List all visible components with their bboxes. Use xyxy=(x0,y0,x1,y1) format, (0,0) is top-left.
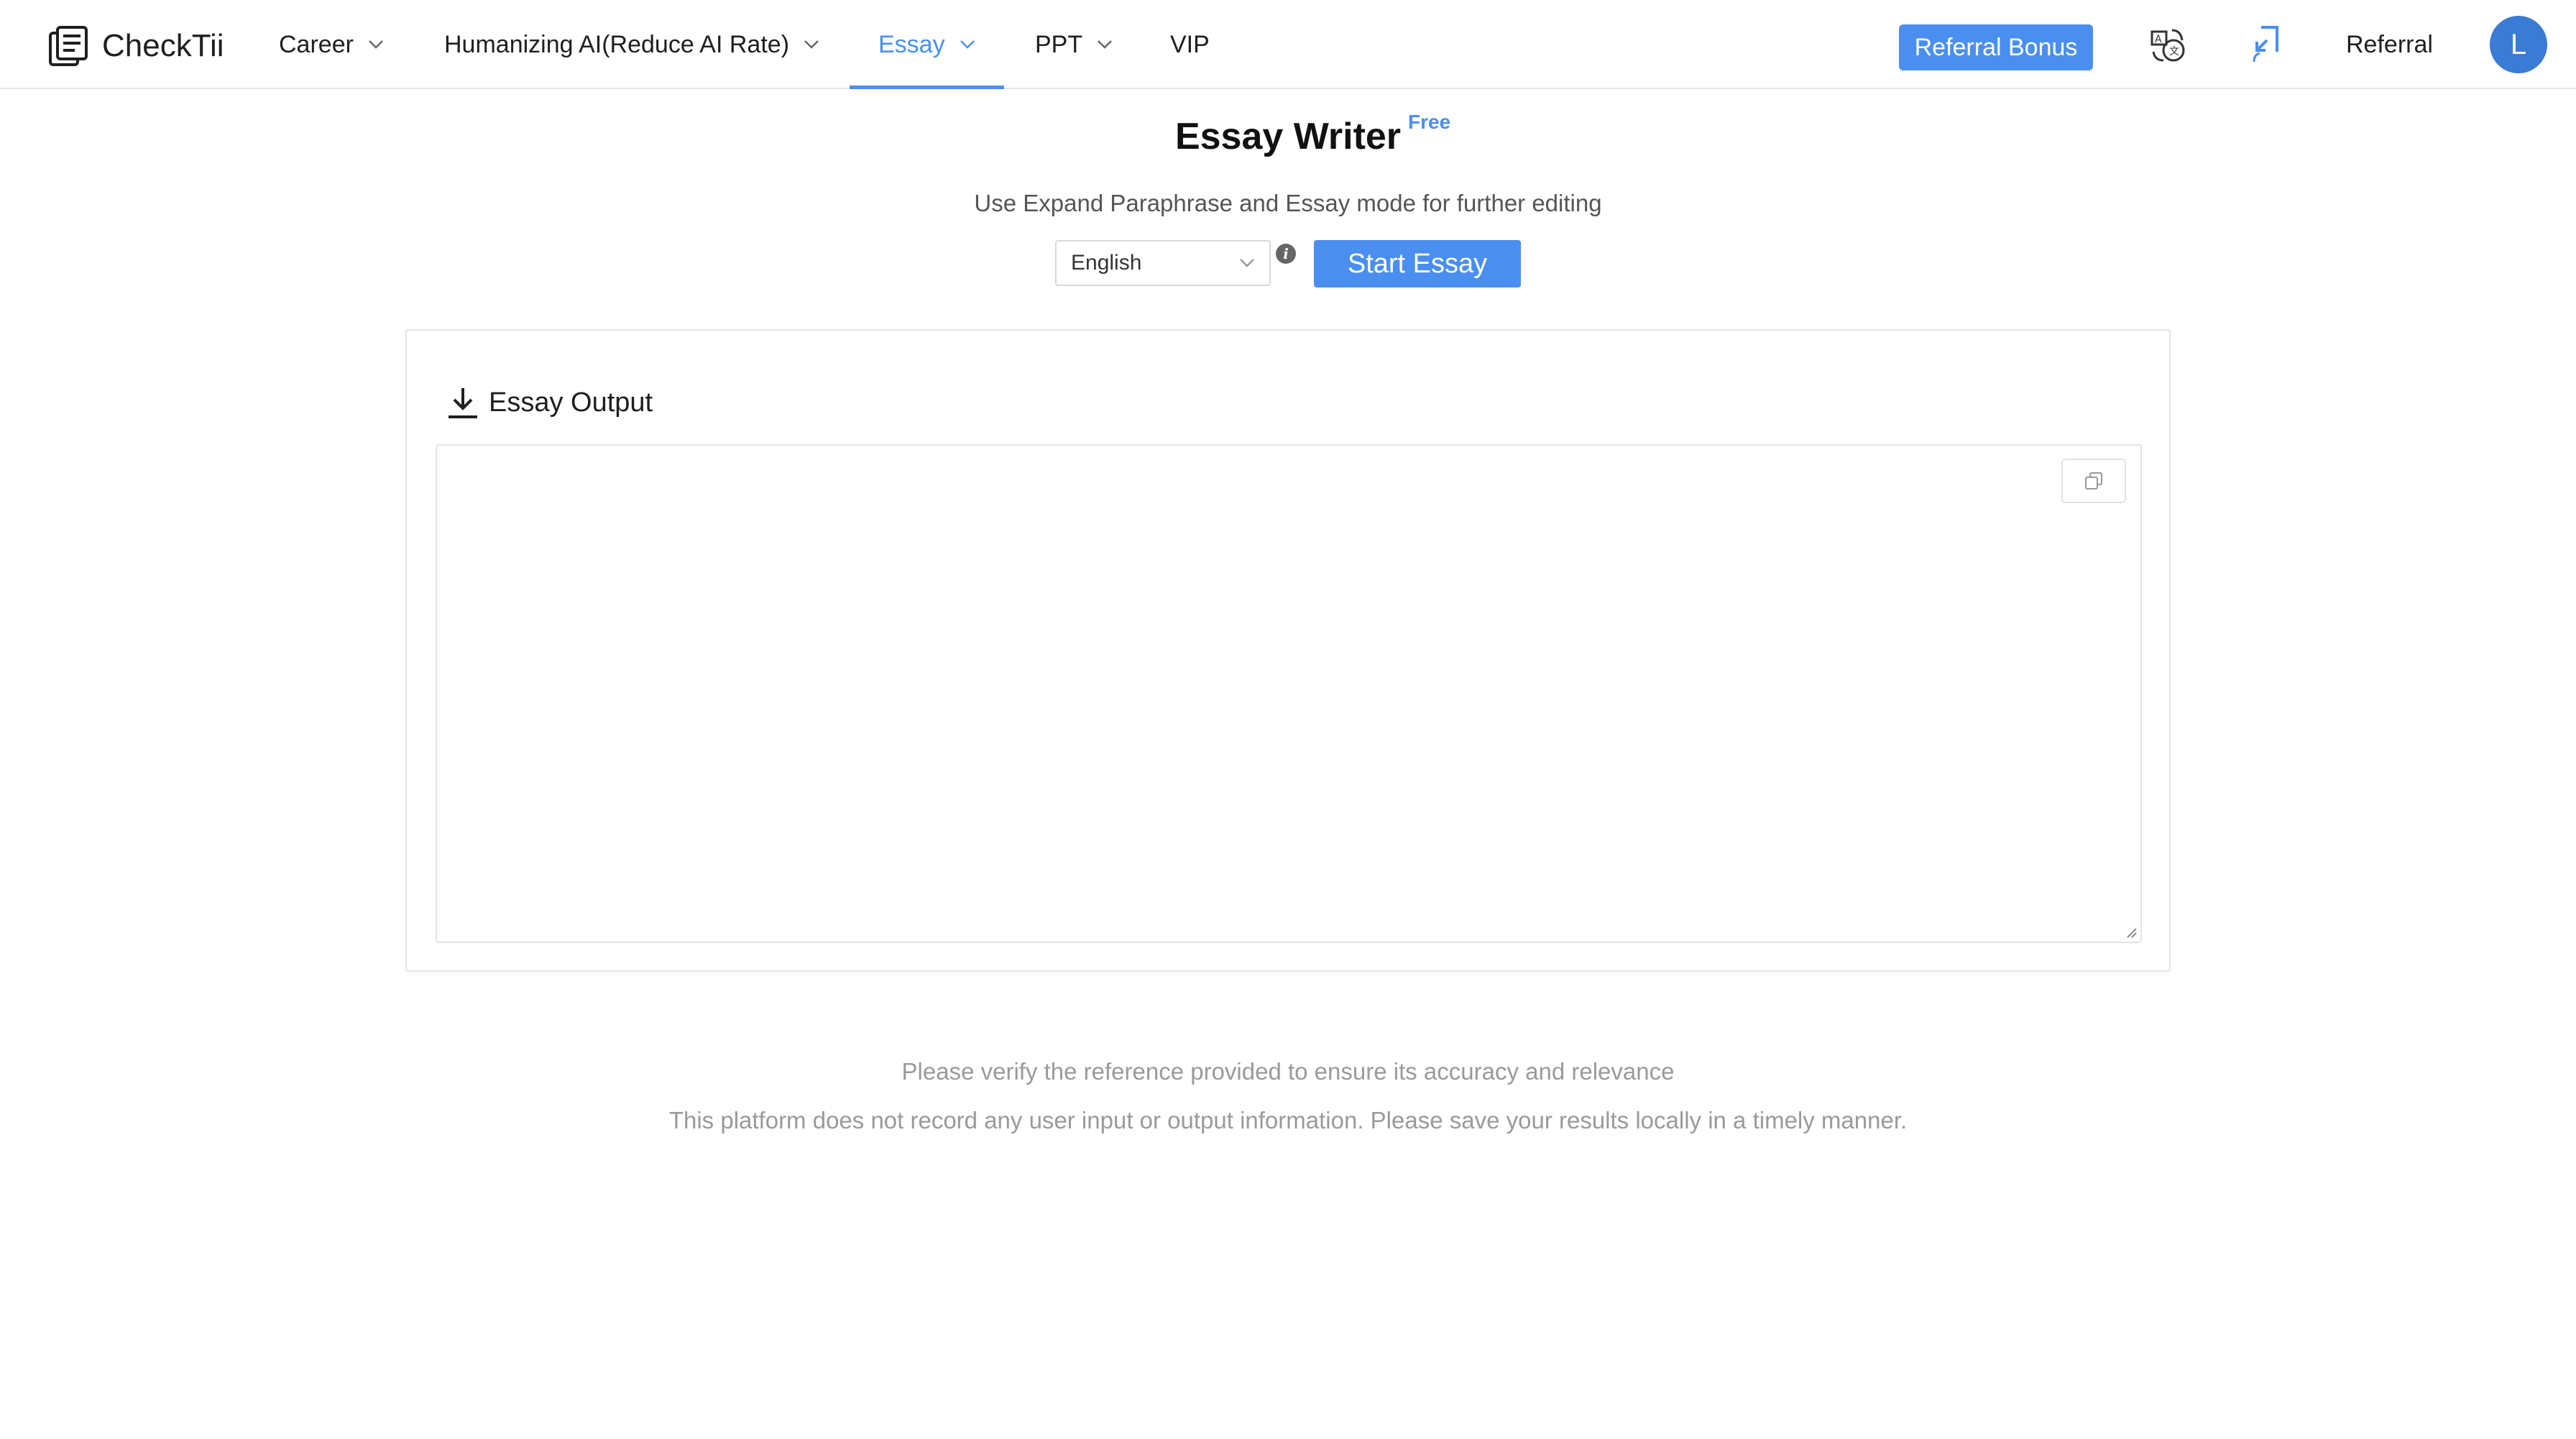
copy-icon xyxy=(2085,472,2102,489)
footer-note-reference: Please verify the reference provided to … xyxy=(901,1058,1675,1085)
footer-note-privacy: This platform does not record any user i… xyxy=(668,1107,1908,1134)
essay-output-card: Essay Output xyxy=(405,329,2171,972)
info-icon[interactable]: i xyxy=(1275,243,1297,265)
resize-handle-icon[interactable] xyxy=(2125,926,2138,939)
svg-text:文: 文 xyxy=(2169,46,2179,58)
logo[interactable]: CheckTii xyxy=(49,26,224,66)
chevron-down-icon xyxy=(1240,259,1254,267)
avatar[interactable]: L xyxy=(2490,16,2547,73)
essay-output-textarea[interactable] xyxy=(436,444,2142,943)
essay-controls: English i Start Essay xyxy=(1055,240,1521,288)
download-icon xyxy=(448,388,477,418)
start-essay-button[interactable]: Start Essay xyxy=(1314,240,1521,288)
referral-link[interactable]: Referral xyxy=(2346,0,2433,89)
nav-label: Essay xyxy=(878,30,945,58)
page-title: Essay Writer Free xyxy=(1174,111,1450,158)
translate-icon[interactable]: A 文 xyxy=(2148,24,2188,65)
output-header: Essay Output xyxy=(446,385,653,420)
page-title-text: Essay Writer xyxy=(1174,116,1402,157)
chevron-down-icon xyxy=(960,40,975,49)
chevron-down-icon xyxy=(369,40,383,49)
share-arrow-icon[interactable] xyxy=(2245,24,2286,65)
nav-label: VIP xyxy=(1170,30,1210,58)
title-row: Essay Writer Free xyxy=(0,111,2576,158)
nav-ppt[interactable]: PPT xyxy=(1035,0,1113,89)
language-selected-value: English xyxy=(1071,251,1142,275)
chevron-down-icon xyxy=(1098,40,1113,49)
page: CheckTii Career Humanizing AI(Reduce AI … xyxy=(0,0,2576,1439)
referral-bonus-button[interactable]: Referral Bonus xyxy=(1899,24,2093,70)
nav-label: PPT xyxy=(1035,30,1083,58)
logo-text: CheckTii xyxy=(102,28,224,63)
output-title: Essay Output xyxy=(489,387,653,418)
nav-label: Humanizing AI(Reduce AI Rate) xyxy=(444,30,790,58)
nav-career[interactable]: Career xyxy=(279,0,384,89)
logo-icon xyxy=(49,26,88,66)
chevron-down-icon xyxy=(804,40,819,49)
nav-humanizing-ai[interactable]: Humanizing AI(Reduce AI Rate) xyxy=(444,0,819,89)
page-subtitle: Use Expand Paraphrase and Essay mode for… xyxy=(974,190,1602,216)
svg-text:i: i xyxy=(1283,245,1289,262)
nav-label: Career xyxy=(279,30,354,58)
language-select[interactable]: English xyxy=(1055,240,1271,286)
top-navigation-bar: CheckTii Career Humanizing AI(Reduce AI … xyxy=(0,0,2576,89)
nav-essay[interactable]: Essay xyxy=(850,0,1004,89)
svg-text:A: A xyxy=(2155,34,2162,45)
copy-button[interactable] xyxy=(2061,459,2126,503)
free-badge: Free xyxy=(1408,111,1451,133)
nav-vip[interactable]: VIP xyxy=(1170,0,1210,89)
